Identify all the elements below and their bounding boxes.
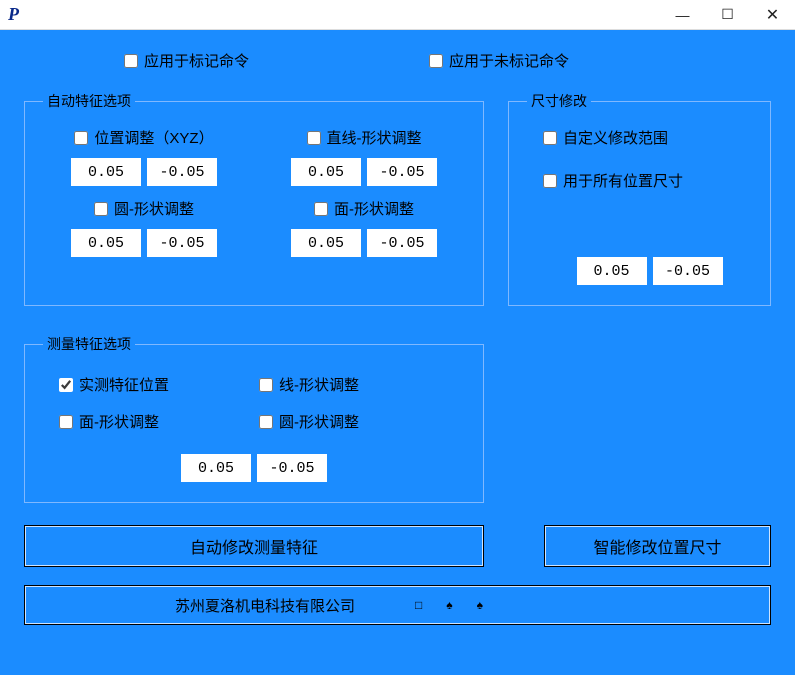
apply-marked-label: 应用于标记命令 <box>144 50 249 71</box>
apply-unmarked-check[interactable]: 应用于未标记命令 <box>429 50 569 71</box>
meas-plane-label: 面-形状调整 <box>79 411 159 432</box>
auto-feature-group: 自动特征选项 位置调整（XYZ） 直线-形状调整 <box>24 91 484 306</box>
circle-check[interactable]: 圆-形状调整 <box>94 198 194 219</box>
position-neg-input[interactable] <box>147 158 217 186</box>
all-positions-checkbox[interactable] <box>543 174 557 188</box>
company-label: 苏州夏洛机电科技有限公司 <box>175 595 355 616</box>
size-values <box>577 257 723 285</box>
position-label: 位置调整（XYZ） <box>94 127 213 148</box>
circle-label: 圆-形状调整 <box>114 198 194 219</box>
size-neg-input[interactable] <box>653 257 723 285</box>
up-icon[interactable]: ♠ <box>446 598 452 612</box>
custom-range-check[interactable]: 自定义修改范围 <box>543 127 668 148</box>
auto-modify-button[interactable]: 自动修改测量特征 <box>24 525 484 567</box>
measured-pos-label: 实测特征位置 <box>79 374 169 395</box>
meas-plane-checkbox[interactable] <box>59 415 73 429</box>
line-field: 直线-形状调整 <box>259 127 469 186</box>
apply-unmarked-checkbox[interactable] <box>429 54 443 68</box>
custom-range-checkbox[interactable] <box>543 131 557 145</box>
circle-neg-input[interactable] <box>147 229 217 257</box>
plane-values <box>291 229 437 257</box>
meas-line-checkbox[interactable] <box>259 378 273 392</box>
measure-values <box>39 454 469 482</box>
plane-field: 面-形状调整 <box>259 198 469 257</box>
measured-pos-check[interactable]: 实测特征位置 <box>59 374 249 395</box>
minimize-button[interactable]: — <box>660 0 705 30</box>
footer-icons: □ ♠ ♠ <box>415 598 483 612</box>
auto-feature-legend: 自动特征选项 <box>43 91 135 111</box>
size-pos-input[interactable] <box>577 257 647 285</box>
line-check[interactable]: 直线-形状调整 <box>307 127 422 148</box>
close-button[interactable]: ✕ <box>750 0 795 30</box>
stop-icon[interactable]: □ <box>415 598 422 612</box>
meas-line-check[interactable]: 线-形状调整 <box>259 374 449 395</box>
groups-row: 自动特征选项 位置调整（XYZ） 直线-形状调整 <box>24 91 771 306</box>
circle-checkbox[interactable] <box>94 202 108 216</box>
smart-modify-button[interactable]: 智能修改位置尺寸 <box>544 525 771 567</box>
size-col: 自定义修改范围 用于所有位置尺寸 <box>523 127 756 285</box>
position-values <box>71 158 217 186</box>
apply-unmarked-label: 应用于未标记命令 <box>449 50 569 71</box>
line-pos-input[interactable] <box>291 158 361 186</box>
meas-circle-label: 圆-形状调整 <box>279 411 359 432</box>
position-checkbox[interactable] <box>74 131 88 145</box>
meas-line-label: 线-形状调整 <box>279 374 359 395</box>
all-positions-label: 用于所有位置尺寸 <box>563 170 683 191</box>
circle-field: 圆-形状调整 <box>39 198 249 257</box>
size-modify-legend: 尺寸修改 <box>527 91 591 111</box>
plane-check[interactable]: 面-形状调整 <box>314 198 414 219</box>
position-field: 位置调整（XYZ） <box>39 127 249 186</box>
all-positions-check[interactable]: 用于所有位置尺寸 <box>543 170 683 191</box>
custom-range-label: 自定义修改范围 <box>563 127 668 148</box>
plane-neg-input[interactable] <box>367 229 437 257</box>
size-modify-group: 尺寸修改 自定义修改范围 用于所有位置尺寸 <box>508 91 771 306</box>
meas-plane-check[interactable]: 面-形状调整 <box>59 411 249 432</box>
auto-grid: 位置调整（XYZ） 直线-形状调整 <box>39 127 469 257</box>
circle-values <box>71 229 217 257</box>
measure-grid: 实测特征位置 线-形状调整 面-形状调整 圆-形状调整 <box>39 370 469 436</box>
plane-checkbox[interactable] <box>314 202 328 216</box>
meas-circle-checkbox[interactable] <box>259 415 273 429</box>
line-label: 直线-形状调整 <box>327 127 422 148</box>
titlebar: P — ☐ ✕ <box>0 0 795 30</box>
measure-feature-legend: 测量特征选项 <box>43 334 135 354</box>
meas-circle-check[interactable]: 圆-形状调整 <box>259 411 449 432</box>
up-icon-2[interactable]: ♠ <box>477 598 483 612</box>
footer-bar: 苏州夏洛机电科技有限公司 □ ♠ ♠ <box>24 585 771 625</box>
measured-pos-checkbox[interactable] <box>59 378 73 392</box>
top-checks-row: 应用于标记命令 应用于未标记命令 <box>24 50 771 71</box>
plane-label: 面-形状调整 <box>334 198 414 219</box>
position-pos-input[interactable] <box>71 158 141 186</box>
plane-pos-input[interactable] <box>291 229 361 257</box>
meas-neg-input[interactable] <box>257 454 327 482</box>
line-values <box>291 158 437 186</box>
line-checkbox[interactable] <box>307 131 321 145</box>
maximize-button[interactable]: ☐ <box>705 0 750 30</box>
circle-pos-input[interactable] <box>71 229 141 257</box>
meas-pos-input[interactable] <box>181 454 251 482</box>
apply-marked-checkbox[interactable] <box>124 54 138 68</box>
app-icon: P <box>8 4 19 25</box>
line-neg-input[interactable] <box>367 158 437 186</box>
position-check[interactable]: 位置调整（XYZ） <box>74 127 213 148</box>
measure-feature-group: 测量特征选项 实测特征位置 线-形状调整 面-形状调整 圆-形状调整 <box>24 334 484 503</box>
apply-marked-check[interactable]: 应用于标记命令 <box>124 50 249 71</box>
button-row: 自动修改测量特征 智能修改位置尺寸 <box>24 525 771 567</box>
content-area: 应用于标记命令 应用于未标记命令 自动特征选项 位置调整（XYZ） <box>0 30 795 675</box>
